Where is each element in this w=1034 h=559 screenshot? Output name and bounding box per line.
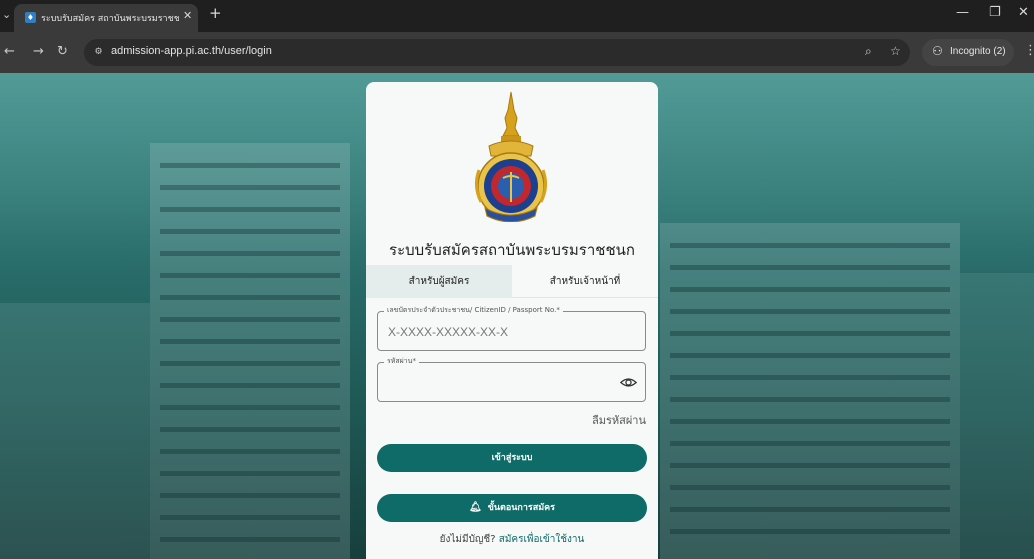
- application-steps-button[interactable]: 🔔︎ ขั้นตอนการสมัคร: [377, 494, 647, 522]
- incognito-label: Incognito (2): [950, 46, 1006, 57]
- tab-search-chevron-icon[interactable]: ⌄: [2, 8, 11, 21]
- signup-link[interactable]: สมัครเพื่อเข้าใช้งาน: [499, 534, 585, 545]
- restore-icon[interactable]: ❐: [989, 5, 1001, 20]
- password-label: รหัสผ่าน*: [384, 356, 419, 367]
- browser-tab-bar: ⌄ ♦ ระบบรับสมัคร สถาบันพระบรมราชชน ✕ + —…: [0, 0, 1034, 32]
- eye-icon[interactable]: [620, 374, 637, 391]
- minimize-icon[interactable]: —: [956, 5, 969, 20]
- forgot-password-link[interactable]: ลืมรหัสผ่าน: [592, 411, 646, 429]
- close-window-icon[interactable]: ✕: [1018, 5, 1029, 20]
- star-icon[interactable]: ☆: [890, 44, 901, 58]
- tab-title: ระบบรับสมัคร สถาบันพระบรมราชชน: [41, 14, 179, 24]
- tab-close-icon[interactable]: ✕: [183, 9, 192, 22]
- tab-applicant[interactable]: สำหรับผู้สมัคร: [366, 265, 512, 298]
- site-favicon-icon: ♦: [25, 12, 36, 23]
- background-building-right-windows: [670, 243, 950, 543]
- bell-icon: 🔔︎: [468, 502, 482, 513]
- citizen-id-field[interactable]: เลขบัตรประจำตัวประชาชน/ CitizenID / Pass…: [377, 305, 646, 351]
- no-account-text: ยังไม่มีบัญชี?: [439, 534, 496, 545]
- login-button[interactable]: เข้าสู่ระบบ: [377, 444, 647, 472]
- tab-staff[interactable]: สำหรับเจ้าหน้าที่: [512, 265, 658, 298]
- address-bar[interactable]: ⚙ admission-app.pi.ac.th/user/login ⌕ ☆: [84, 39, 910, 66]
- incognito-badge[interactable]: ⚇ Incognito (2): [922, 39, 1014, 66]
- url-text[interactable]: admission-app.pi.ac.th/user/login: [111, 45, 272, 57]
- password-input[interactable]: [388, 376, 618, 390]
- citizen-id-label: เลขบัตรประจำตัวประชาชน/ CitizenID / Pass…: [384, 305, 563, 316]
- tune-icon[interactable]: ⚙: [90, 44, 107, 61]
- page-title: ระบบรับสมัครสถาบันพระบรมราชชนก: [389, 241, 635, 259]
- login-tabs: สำหรับผู้สมัคร สำหรับเจ้าหน้าที่: [366, 265, 658, 298]
- login-card: ระบบรับสมัครสถาบันพระบรมราชชนก สำหรับผู้…: [366, 82, 658, 559]
- institute-emblem-icon: [474, 91, 548, 222]
- application-steps-label: ขั้นตอนการสมัคร: [487, 503, 556, 513]
- citizen-id-input[interactable]: [388, 325, 618, 339]
- new-tab-icon[interactable]: +: [209, 4, 222, 22]
- incognito-icon: ⚇: [932, 44, 943, 58]
- background-building-far-left: [0, 303, 150, 559]
- browser-toolbar: ← → ↻ ⚙ admission-app.pi.ac.th/user/logi…: [0, 32, 1034, 73]
- background-building-far-right: [960, 273, 1034, 559]
- signup-row: ยังไม่มีบัญชี? สมัครเพื่อเข้าใช้งาน: [366, 532, 658, 547]
- menu-icon[interactable]: ⋮: [1024, 43, 1034, 58]
- password-field[interactable]: รหัสผ่าน*: [377, 356, 646, 402]
- browser-tab[interactable]: ♦ ระบบรับสมัคร สถาบันพระบรมราชชน ✕: [14, 4, 198, 32]
- back-icon[interactable]: ←: [4, 44, 15, 59]
- zoom-icon[interactable]: ⌕: [865, 44, 872, 59]
- background-building-windows: [160, 163, 340, 553]
- reload-icon[interactable]: ↻: [57, 44, 68, 59]
- forward-icon[interactable]: →: [33, 44, 44, 59]
